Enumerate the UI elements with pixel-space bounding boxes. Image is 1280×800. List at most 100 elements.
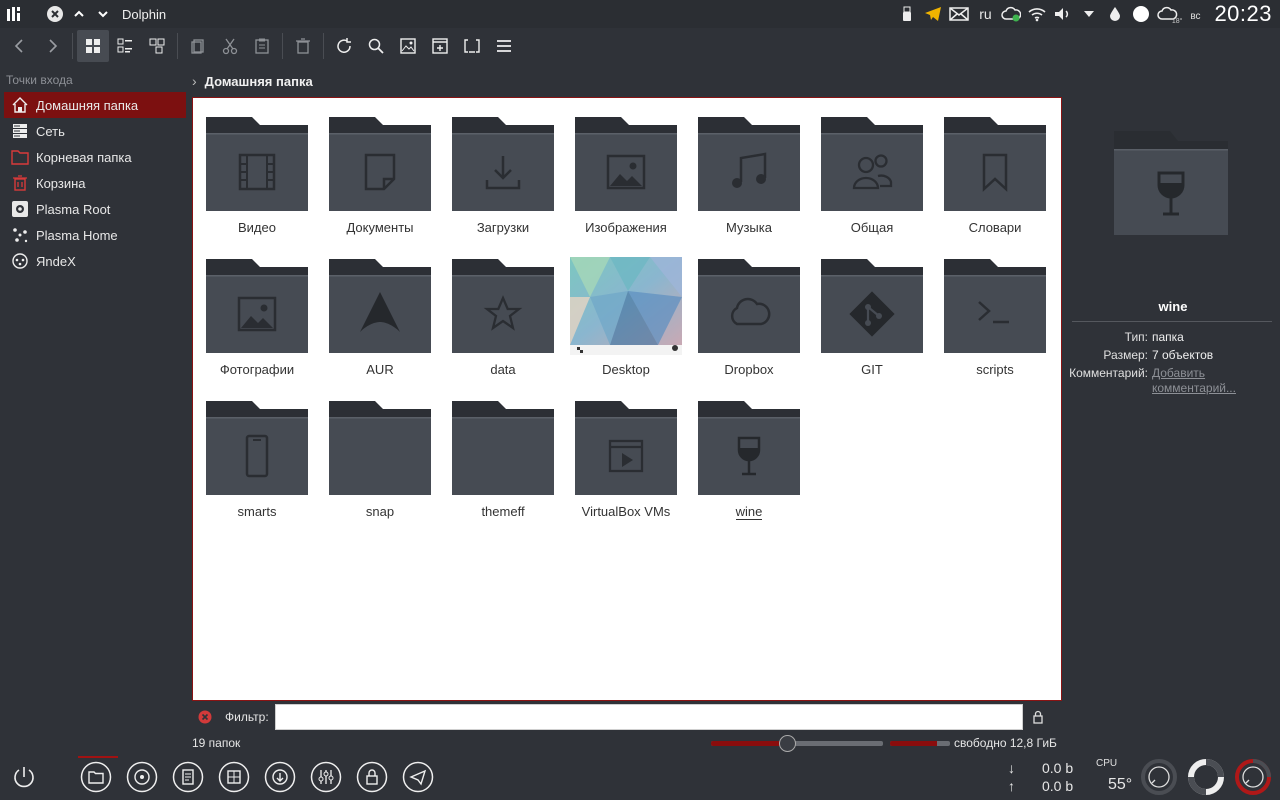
- preview-button[interactable]: [392, 30, 424, 62]
- filter-input[interactable]: [274, 704, 1023, 730]
- zoom-slider-handle[interactable]: [778, 735, 796, 752]
- lock-icon[interactable]: [1023, 710, 1053, 724]
- down-arrow-icon: ↓: [1008, 760, 1015, 776]
- disk-utility-button[interactable]: [126, 761, 158, 793]
- folder-item[interactable]: Словари: [939, 102, 1051, 238]
- close-filter-button[interactable]: [192, 710, 218, 724]
- folder-item[interactable]: GIT: [816, 244, 928, 380]
- weather-temp: 18°: [1171, 18, 1183, 25]
- folder-item[interactable]: AUR: [324, 244, 436, 380]
- swap-gauge[interactable]: [1234, 758, 1272, 796]
- info-name: wine: [1158, 299, 1188, 314]
- clock-day: вс: [1190, 10, 1201, 22]
- cpu-gauge[interactable]: [1140, 758, 1178, 796]
- reload-button[interactable]: [328, 30, 360, 62]
- window-title: Dolphin: [122, 6, 167, 22]
- drop-icon[interactable]: [1102, 0, 1128, 28]
- places-heading: Точки входа: [6, 73, 73, 87]
- folder-item[interactable]: Фотографии: [201, 244, 313, 380]
- folder-label: themeff: [447, 504, 559, 519]
- place-network[interactable]: Сеть: [4, 118, 186, 144]
- folder-name: VirtualBox VMs: [581, 504, 671, 519]
- info-divider: [1072, 321, 1272, 322]
- details-view-button[interactable]: [109, 30, 141, 62]
- new-tab-button[interactable]: [424, 30, 456, 62]
- breadcrumb-current[interactable]: Домашняя папка: [205, 74, 313, 89]
- place-root[interactable]: Корневая папка: [4, 144, 186, 170]
- folder-item[interactable]: scripts: [939, 244, 1051, 380]
- power-button[interactable]: [8, 761, 40, 793]
- place-plasma-home[interactable]: Plasma Home: [4, 222, 186, 248]
- app-menu-icon[interactable]: [0, 0, 28, 28]
- place-label: Сеть: [36, 123, 65, 139]
- clock[interactable]: 20:23: [1208, 0, 1280, 28]
- folder-item[interactable]: data: [447, 244, 559, 380]
- icons-view-button[interactable]: [77, 30, 109, 62]
- text-editor-button[interactable]: [172, 761, 204, 793]
- place-home[interactable]: Домашняя папка: [4, 92, 186, 118]
- folder-icon: [206, 259, 308, 355]
- folder-item[interactable]: VirtualBox VMs: [570, 386, 682, 522]
- telegram-dock-button[interactable]: [402, 761, 434, 793]
- folder-item[interactable]: Видео: [201, 102, 313, 238]
- disk-space-bar: [890, 741, 950, 746]
- mail-icon[interactable]: [946, 0, 972, 28]
- volume-icon[interactable]: [1050, 0, 1076, 28]
- tray-expand-icon[interactable]: [1076, 0, 1102, 28]
- folder-item[interactable]: snap: [324, 386, 436, 522]
- telegram-icon[interactable]: [920, 0, 946, 28]
- place-plasma-root[interactable]: Plasma Root: [4, 196, 186, 222]
- folder-label: Общая: [816, 220, 928, 235]
- paste-button[interactable]: [246, 30, 278, 62]
- wifi-icon[interactable]: [1024, 0, 1050, 28]
- cloud-sync-icon[interactable]: [998, 0, 1024, 28]
- breadcrumb[interactable]: › Домашняя папка: [192, 70, 313, 92]
- info-size-row: Размер: 7 объектов: [1066, 348, 1280, 362]
- calculator-button[interactable]: [218, 761, 250, 793]
- folder-icon: [329, 117, 431, 213]
- folder-item[interactable]: themeff: [447, 386, 559, 522]
- place-trash[interactable]: Корзина: [4, 170, 186, 196]
- copy-button[interactable]: [182, 30, 214, 62]
- split-view-button[interactable]: [141, 30, 173, 62]
- file-view[interactable]: Видео Документы Загрузки Изображения Музыка О…: [192, 97, 1062, 701]
- folder-name: Словари: [968, 220, 1022, 235]
- maximize-window-button[interactable]: [68, 3, 90, 25]
- folder-item[interactable]: wine: [693, 386, 805, 522]
- folder-name: Фотографии: [219, 362, 295, 377]
- memory-gauge[interactable]: [1187, 758, 1225, 796]
- status-bar: 19 папок свободно 12,8 ГиБ: [192, 733, 1062, 753]
- minimize-window-button[interactable]: [92, 3, 114, 25]
- vault-button[interactable]: [356, 761, 388, 793]
- delete-button[interactable]: [287, 30, 319, 62]
- folder-item[interactable]: Документы: [324, 102, 436, 238]
- mixer-button[interactable]: [310, 761, 342, 793]
- forward-button[interactable]: [36, 30, 68, 62]
- folder-item[interactable]: smarts: [201, 386, 313, 522]
- back-button[interactable]: [4, 30, 36, 62]
- menu-button[interactable]: [488, 30, 520, 62]
- dolphin-task-button[interactable]: [80, 761, 112, 793]
- folder-item[interactable]: Музыка: [693, 102, 805, 238]
- downloader-button[interactable]: [264, 761, 296, 793]
- place-yandex[interactable]: ЯndeX: [4, 248, 186, 274]
- folder-item[interactable]: Изображения: [570, 102, 682, 238]
- info-comment-label: Комментарий:: [1069, 366, 1148, 380]
- usb-icon[interactable]: [894, 0, 920, 28]
- folder-item[interactable]: Загрузки: [447, 102, 559, 238]
- folder-item[interactable]: Desktop: [570, 244, 682, 380]
- folder-icon: [698, 259, 800, 355]
- folder-item[interactable]: Dropbox: [693, 244, 805, 380]
- keyboard-layout[interactable]: ru: [972, 0, 998, 28]
- folder-name: GIT: [861, 362, 883, 377]
- add-comment-link[interactable]: Добавить комментарий...: [1152, 366, 1252, 396]
- weather-icon[interactable]: 18°: [1154, 0, 1182, 28]
- search-button[interactable]: [360, 30, 392, 62]
- night-color-icon[interactable]: [1128, 0, 1154, 28]
- close-window-button[interactable]: [44, 3, 66, 25]
- zoom-slider[interactable]: [711, 735, 883, 752]
- chevron-right-icon[interactable]: ›: [192, 73, 197, 89]
- folder-item[interactable]: Общая: [816, 102, 928, 238]
- cut-button[interactable]: [214, 30, 246, 62]
- select-button[interactable]: [456, 30, 488, 62]
